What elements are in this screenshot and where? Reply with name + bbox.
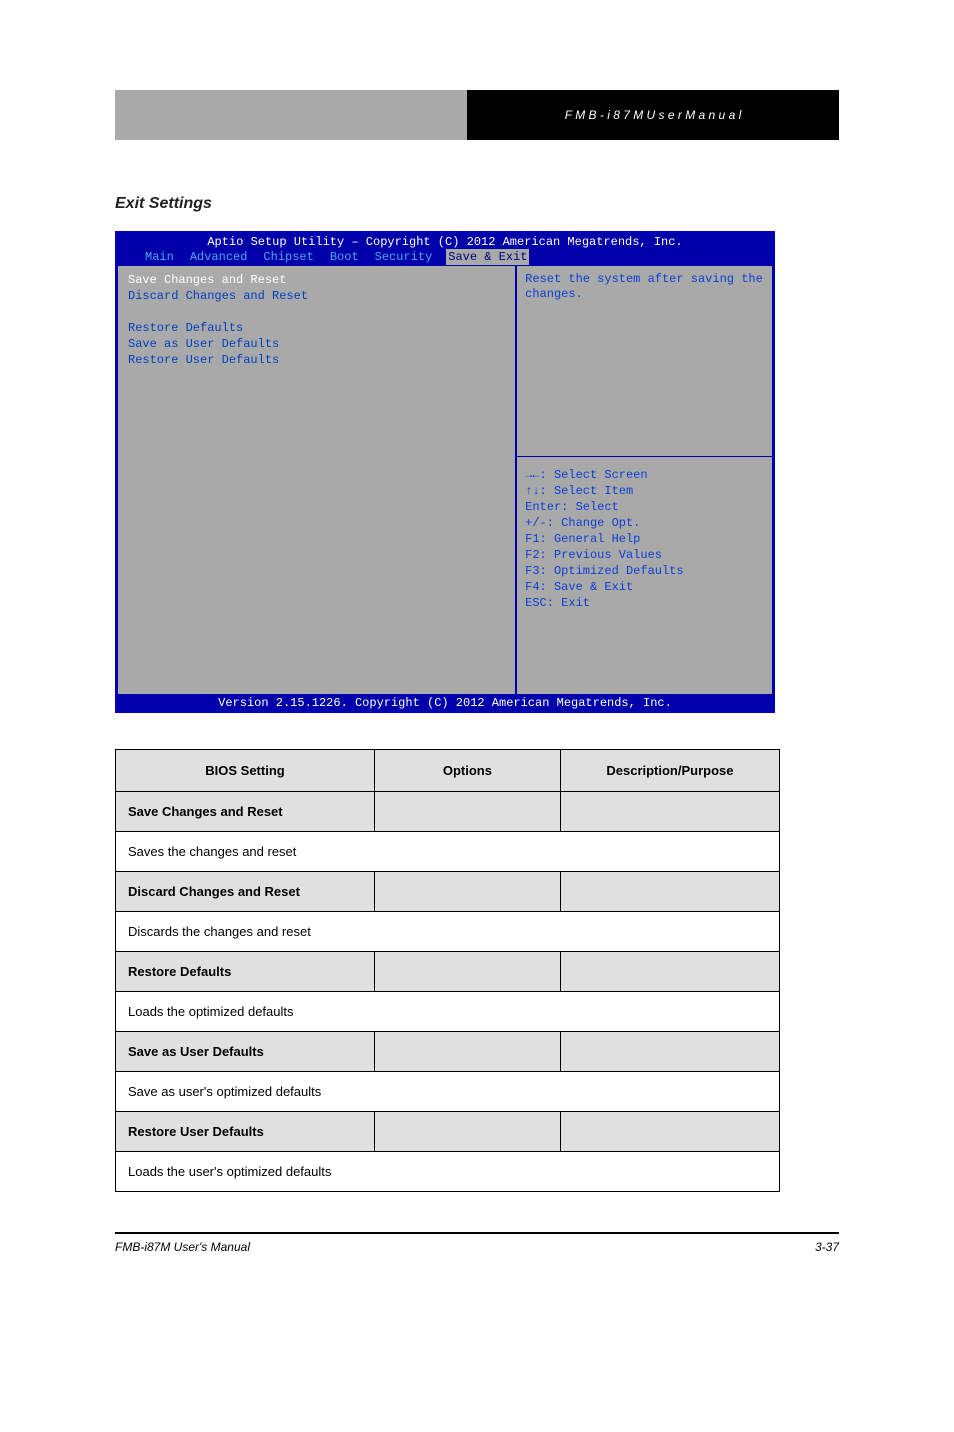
tab-save-exit[interactable]: Save & Exit	[446, 249, 529, 265]
row-options	[374, 1032, 560, 1072]
tab-security[interactable]: Security	[373, 249, 435, 265]
bios-title-bar: Aptio Setup Utility – Copyright (C) 2012…	[117, 233, 773, 265]
row-options	[374, 952, 560, 992]
legend-select-screen: →←: Select Screen	[525, 467, 764, 483]
row-desc: Saves the changes and reset	[116, 832, 780, 872]
bios-screenshot: Aptio Setup Utility – Copyright (C) 2012…	[115, 231, 775, 713]
page-footer: FMB-i87M User's Manual 3-37	[115, 1240, 839, 1254]
section-title: Exit Settings	[115, 195, 839, 213]
footer-rule	[115, 1232, 839, 1234]
tab-chipset[interactable]: Chipset	[261, 249, 315, 265]
legend-change-opt: +/-: Change Opt.	[525, 515, 764, 531]
col-header-setting: BIOS Setting	[116, 750, 375, 792]
table-row: Restore Defaults	[116, 952, 780, 992]
row-desc-cell	[560, 952, 779, 992]
row-desc-cell	[560, 1032, 779, 1072]
row-desc: Discards the changes and reset	[116, 912, 780, 952]
tab-main[interactable]: Main	[143, 249, 176, 265]
table-row: Loads the user's optimized defaults	[116, 1152, 780, 1192]
row-desc-cell	[560, 792, 779, 832]
bios-menu-panel: Save Changes and Reset Discard Changes a…	[117, 265, 516, 695]
row-options	[374, 792, 560, 832]
legend-f1: F1: General Help	[525, 531, 764, 547]
legend-esc: ESC: Exit	[525, 595, 764, 611]
header-right-block: F M B - i 8 7 M U s e r M a n u a l	[467, 90, 839, 140]
table-row: Discards the changes and reset	[116, 912, 780, 952]
table-row: Save Changes and Reset	[116, 792, 780, 832]
menu-save-changes-reset[interactable]: Save Changes and Reset	[128, 272, 505, 288]
col-header-options: Options	[374, 750, 560, 792]
bios-tabs: Main Advanced Chipset Boot Security Save…	[117, 249, 773, 265]
row-options	[374, 1112, 560, 1152]
table-row: Save as user's optimized defaults	[116, 1072, 780, 1112]
legend-f4: F4: Save & Exit	[525, 579, 764, 595]
table-row: Saves the changes and reset	[116, 832, 780, 872]
page: F M B - i 8 7 M U s e r M a n u a l Exit…	[0, 90, 954, 1254]
tab-boot[interactable]: Boot	[328, 249, 361, 265]
row-title: Restore Defaults	[116, 952, 375, 992]
menu-restore-defaults[interactable]: Restore Defaults	[128, 320, 505, 336]
row-desc: Save as user's optimized defaults	[116, 1072, 780, 1112]
table-row: Discard Changes and Reset	[116, 872, 780, 912]
table-header-row: BIOS Setting Options Description/Purpose	[116, 750, 780, 792]
row-desc-cell	[560, 1112, 779, 1152]
row-title: Discard Changes and Reset	[116, 872, 375, 912]
table-row: Restore User Defaults	[116, 1112, 780, 1152]
footer-left: FMB-i87M User's Manual	[115, 1240, 250, 1254]
legend-select-item: ↑↓: Select Item	[525, 483, 764, 499]
legend-enter: Enter: Select	[525, 499, 764, 515]
bios-body: Save Changes and Reset Discard Changes a…	[117, 265, 773, 695]
legend-f3: F3: Optimized Defaults	[525, 563, 764, 579]
table-row: Loads the optimized defaults	[116, 992, 780, 1032]
page-header-bar: F M B - i 8 7 M U s e r M a n u a l	[115, 90, 839, 140]
legend-f2: F2: Previous Values	[525, 547, 764, 563]
menu-restore-user-defaults[interactable]: Restore User Defaults	[128, 352, 505, 368]
menu-save-user-defaults[interactable]: Save as User Defaults	[128, 336, 505, 352]
col-header-desc: Description/Purpose	[560, 750, 779, 792]
row-title: Save as User Defaults	[116, 1032, 375, 1072]
row-desc: Loads the user's optimized defaults	[116, 1152, 780, 1192]
settings-table: BIOS Setting Options Description/Purpose…	[115, 749, 780, 1192]
row-title: Restore User Defaults	[116, 1112, 375, 1152]
bios-version-footer: Version 2.15.1226. Copyright (C) 2012 Am…	[117, 695, 773, 711]
bios-utility-title: Aptio Setup Utility – Copyright (C) 2012…	[117, 235, 773, 249]
tab-advanced[interactable]: Advanced	[188, 249, 250, 265]
table-row: Save as User Defaults	[116, 1032, 780, 1072]
header-right-text: F M B - i 8 7 M U s e r M a n u a l	[565, 108, 742, 122]
row-options	[374, 872, 560, 912]
footer-right: 3-37	[815, 1240, 839, 1254]
bios-help-panel: Reset the system after saving the change…	[516, 265, 773, 695]
row-desc: Loads the optimized defaults	[116, 992, 780, 1032]
row-desc-cell	[560, 872, 779, 912]
bios-key-legend: →←: Select Screen ↑↓: Select Item Enter:…	[517, 457, 772, 694]
row-title: Save Changes and Reset	[116, 792, 375, 832]
menu-discard-changes-reset[interactable]: Discard Changes and Reset	[128, 288, 505, 304]
bios-help-description: Reset the system after saving the change…	[517, 266, 772, 457]
header-left-block	[115, 90, 467, 140]
